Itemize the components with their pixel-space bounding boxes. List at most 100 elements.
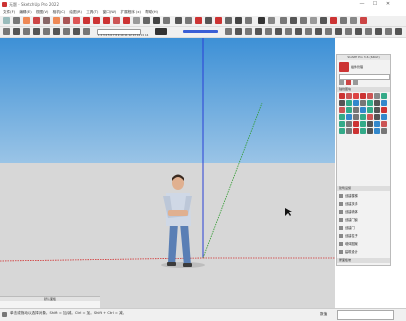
iso-view-icon[interactable] [3, 28, 10, 35]
model-info-icon[interactable] [290, 17, 297, 24]
tool-icon[interactable] [339, 114, 345, 120]
tag-icon[interactable] [225, 28, 232, 35]
dimension-icon[interactable] [163, 17, 170, 24]
hidden-line-icon[interactable] [83, 28, 90, 35]
follow-me-icon[interactable] [123, 17, 130, 24]
previous-view-icon[interactable] [225, 17, 232, 24]
tool-icon[interactable] [346, 121, 352, 127]
menu-extensions[interactable]: 扩展程序 (x) [121, 9, 141, 16]
tool-icon[interactable] [346, 128, 352, 134]
menu-window[interactable]: 窗口(W) [103, 9, 117, 16]
tape-measure-icon[interactable] [133, 17, 140, 24]
refresh-icon[interactable] [353, 80, 358, 85]
top-view-icon[interactable] [13, 28, 20, 35]
tool-icon[interactable] [339, 100, 345, 106]
menu-camera[interactable]: 相机(C) [53, 9, 66, 16]
tool-icon[interactable] [353, 107, 359, 113]
outliner-icon[interactable] [235, 28, 242, 35]
line-icon[interactable] [43, 17, 50, 24]
tool-icon[interactable] [381, 121, 387, 127]
select-tool-icon[interactable] [3, 17, 10, 24]
pan-icon[interactable] [185, 17, 192, 24]
section-display-icon[interactable] [268, 17, 275, 24]
eraser-icon[interactable] [23, 17, 30, 24]
axes-icon[interactable] [153, 17, 160, 24]
tool-icon[interactable] [360, 100, 366, 106]
tool-icon[interactable] [374, 107, 380, 113]
wall-icon[interactable] [255, 28, 262, 35]
drawing-canvas[interactable] [0, 38, 335, 308]
pencil-icon[interactable] [33, 17, 40, 24]
tool-icon[interactable] [374, 128, 380, 134]
terrain-icon[interactable] [355, 28, 362, 35]
tool-icon[interactable] [367, 100, 373, 106]
settings-icon[interactable] [339, 80, 344, 85]
menu-edit[interactable]: 编辑(E) [19, 9, 31, 16]
tray-title[interactable]: 默认面板 [0, 297, 100, 301]
walk-icon[interactable] [235, 17, 242, 24]
stairs-icon[interactable] [295, 28, 302, 35]
right-view-icon[interactable] [33, 28, 40, 35]
mirror-icon[interactable] [395, 28, 402, 35]
tool-icon[interactable] [346, 93, 352, 99]
menu-tools[interactable]: 工具(T) [86, 9, 98, 16]
window-icon[interactable] [275, 28, 282, 35]
xray-icon[interactable] [63, 28, 70, 35]
array-icon[interactable] [375, 28, 382, 35]
tool-icon[interactable] [339, 107, 345, 113]
styles-icon[interactable] [280, 17, 287, 24]
tool-icon[interactable] [360, 114, 366, 120]
tool-icon[interactable] [339, 128, 345, 134]
tool-icon[interactable] [346, 114, 352, 120]
section-plane-icon[interactable] [258, 17, 265, 24]
menu-draw[interactable]: 绘图(R) [69, 9, 82, 16]
tool-icon[interactable] [360, 93, 366, 99]
section-axis-blocks[interactable]: 轴线图块 [337, 87, 390, 92]
component-icon[interactable] [13, 17, 20, 24]
tool-icon[interactable] [346, 100, 352, 106]
beam-icon[interactable] [325, 28, 332, 35]
shape-icon[interactable] [63, 17, 70, 24]
back-view-icon[interactable] [43, 28, 50, 35]
tool-icon[interactable] [353, 121, 359, 127]
maximize-button[interactable]: ☐ [369, 1, 381, 8]
list-item[interactable]: 创建扶手 [339, 201, 389, 207]
favorite-icon[interactable] [346, 80, 351, 85]
extension-icon[interactable] [360, 17, 367, 24]
fog-slider[interactable] [183, 30, 218, 33]
tool-icon[interactable] [374, 93, 380, 99]
tool-icon[interactable] [381, 114, 387, 120]
menu-file[interactable]: 文件(F) [3, 9, 15, 16]
tool-icon[interactable] [353, 114, 359, 120]
front-view-icon[interactable] [23, 28, 30, 35]
column-icon[interactable] [315, 28, 322, 35]
tool-icon[interactable] [381, 93, 387, 99]
rotate-icon[interactable] [93, 17, 100, 24]
warehouse-icon[interactable] [350, 17, 357, 24]
tool-icon[interactable] [367, 128, 373, 134]
tool-icon[interactable] [374, 114, 380, 120]
menu-help[interactable]: 帮助(H) [145, 9, 158, 16]
list-item[interactable]: 墙体图案 [339, 241, 389, 247]
tool-icon[interactable] [367, 107, 373, 113]
menu-view[interactable]: 视图(V) [36, 9, 48, 16]
wireframe-icon[interactable] [73, 28, 80, 35]
tool-icon[interactable] [360, 121, 366, 127]
tool-icon[interactable] [381, 107, 387, 113]
shadows-icon[interactable] [330, 17, 337, 24]
close-button[interactable]: ✕ [382, 1, 394, 8]
grid-icon[interactable] [305, 28, 312, 35]
list-item[interactable]: 创建门 [339, 225, 389, 231]
list-item[interactable]: 创建柱子 [339, 233, 389, 239]
arc-icon[interactable] [53, 17, 60, 24]
look-around-icon[interactable] [245, 17, 252, 24]
tool-icon[interactable] [381, 128, 387, 134]
tool-icon[interactable] [346, 107, 352, 113]
tool-icon[interactable] [360, 107, 366, 113]
left-view-icon[interactable] [53, 28, 60, 35]
shaded-bar-icon[interactable] [155, 28, 167, 35]
zoom-icon[interactable] [195, 17, 202, 24]
fog-icon[interactable] [340, 17, 347, 24]
list-item[interactable]: 创建墙体 [339, 209, 389, 215]
info-icon[interactable] [2, 312, 7, 317]
